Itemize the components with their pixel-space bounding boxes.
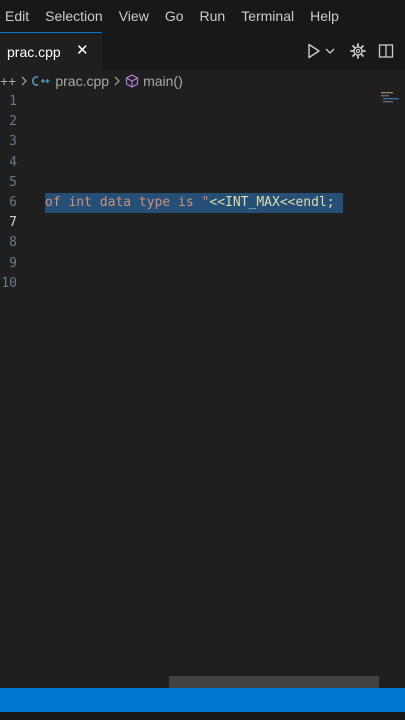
menu-run[interactable]: Run bbox=[200, 8, 226, 24]
menu-help[interactable]: Help bbox=[310, 8, 339, 24]
line-number: 3 bbox=[9, 134, 17, 150]
split-editor-icon[interactable] bbox=[377, 32, 395, 70]
line-number-gutter: 1 2 3 4 5 6 7 8 9 10 bbox=[0, 92, 30, 294]
menu-edit[interactable]: Edit bbox=[5, 8, 29, 24]
tab-prac-cpp[interactable]: prac.cpp ✕ bbox=[0, 32, 102, 70]
gear-icon[interactable] bbox=[349, 32, 367, 70]
cpp-file-icon bbox=[32, 75, 50, 87]
minimap[interactable] bbox=[381, 92, 399, 122]
string-literal: of int data type is " bbox=[45, 195, 210, 210]
tab-label: prac.cpp bbox=[7, 43, 61, 60]
run-icon[interactable] bbox=[305, 32, 323, 70]
breadcrumb-file[interactable]: prac.cpp bbox=[55, 73, 109, 89]
close-icon[interactable]: ✕ bbox=[76, 41, 89, 59]
breadcrumb-folder[interactable]: ++ bbox=[0, 73, 16, 89]
line-number: 9 bbox=[9, 255, 17, 271]
symbol-method-icon bbox=[125, 74, 139, 88]
line-number: 8 bbox=[9, 235, 17, 251]
line-number-active: 7 bbox=[9, 215, 17, 231]
chevron-down-icon[interactable] bbox=[323, 32, 337, 70]
menu-terminal[interactable]: Terminal bbox=[241, 8, 294, 24]
selected-code-line[interactable]: of int data type is "<<INT_MAX<<endl; bbox=[45, 193, 343, 213]
menu-bar: Edit Selection View Go Run Terminal Help bbox=[0, 0, 405, 32]
editor-actions bbox=[305, 32, 405, 70]
menu-go[interactable]: Go bbox=[165, 8, 184, 24]
menu-selection[interactable]: Selection bbox=[45, 8, 103, 24]
code-editor[interactable]: 1 2 3 4 5 6 7 8 9 10 of int data type is… bbox=[0, 92, 405, 688]
menu-view[interactable]: View bbox=[119, 8, 149, 24]
breadcrumb: ++ prac.cpp main() bbox=[0, 70, 405, 92]
chevron-right-icon bbox=[113, 76, 121, 86]
status-bar bbox=[0, 688, 405, 712]
line-number: 4 bbox=[9, 154, 17, 170]
chevron-right-icon bbox=[20, 76, 28, 86]
line-number: 5 bbox=[9, 174, 17, 190]
horizontal-scrollbar[interactable] bbox=[169, 676, 379, 688]
line-number: 1 bbox=[9, 94, 17, 109]
bottom-strip bbox=[0, 712, 405, 720]
code-expression: <<INT_MAX<<endl; bbox=[209, 195, 335, 210]
line-number: 6 bbox=[9, 194, 17, 210]
line-number: 2 bbox=[9, 114, 17, 130]
breadcrumb-symbol[interactable]: main() bbox=[143, 73, 183, 89]
line-number: 10 bbox=[1, 275, 17, 291]
tab-bar: prac.cpp ✕ bbox=[0, 32, 405, 70]
